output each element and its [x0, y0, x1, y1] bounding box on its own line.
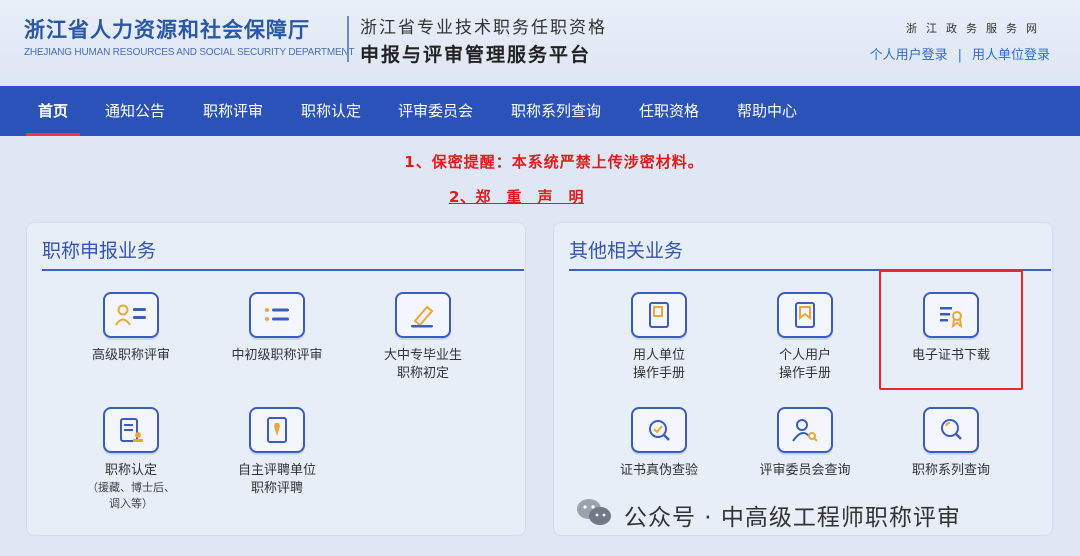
tile-committee-query[interactable]: 评审委员会查询: [735, 407, 875, 480]
person-search-icon: [777, 407, 833, 453]
panel-divider: [569, 269, 1051, 271]
certificate-icon: [923, 292, 979, 338]
tile-series-query[interactable]: 职称系列查询: [881, 407, 1021, 480]
pen-edit-icon: [395, 292, 451, 338]
tie-badge-icon: [249, 407, 305, 453]
unit-login-link[interactable]: 用人单位登录: [972, 48, 1050, 63]
gov-service-net-link[interactable]: 浙江政务服务网: [906, 20, 1046, 36]
person-card-icon: [103, 292, 159, 338]
tile-label: 证书真伪查验: [619, 463, 698, 478]
tile-unit-manual[interactable]: 用人单位 操作手册: [589, 292, 729, 383]
tile-label: 大中专毕业生 职称初定: [383, 348, 462, 381]
tile-label: 个人用户 操作手册: [778, 348, 831, 381]
solemn-statement-link[interactable]: 2、郑 重 声 明: [449, 186, 584, 207]
header-divider: [347, 16, 349, 62]
org-name-en: ZHEJIANG HUMAN RESOURCES AND SOCIAL SECU…: [24, 47, 355, 58]
org-name-cn: 浙江省人力资源和社会保障厅: [24, 18, 310, 42]
platform-title-line1: 浙江省专业技术职务任职资格: [360, 18, 607, 38]
tile-label: 电子证书下载: [911, 348, 990, 363]
confidentiality-notice: 1、保密提醒：本系统严禁上传涉密材料。: [404, 153, 704, 171]
document-stamp-icon: [103, 407, 159, 453]
nav-title-review[interactable]: 职称评审: [203, 86, 263, 136]
tile-label: 职称认定: [104, 463, 157, 478]
list-icon: [249, 292, 305, 338]
tile-title-recognition[interactable]: 职称认定 （援藏、博士后、 调入等）: [61, 407, 201, 512]
nav-help-center[interactable]: 帮助中心: [737, 86, 797, 136]
nav-review-committee[interactable]: 评审委员会: [398, 86, 473, 136]
tile-certificate-verification[interactable]: 证书真伪查验: [589, 407, 729, 480]
other-services-panel: 其他相关业务 用人单位 操作手册 个人用户 操作手册 电子证书下载 证书真伪查验 评…: [553, 222, 1053, 536]
tile-senior-title-review[interactable]: 高级职称评审: [61, 292, 201, 365]
main-nav: 首页 通知公告 职称评审 职称认定 评审委员会 职称系列查询 任职资格 帮助中心: [0, 86, 1080, 136]
panel-divider: [42, 269, 524, 271]
book-icon: [631, 292, 687, 338]
login-separator: |: [957, 48, 962, 63]
wechat-watermark: 公众号 · 中高级工程师职称评审: [574, 497, 961, 533]
tile-sublabel: （援藏、博士后、 调入等）: [87, 481, 175, 510]
nav-announcements[interactable]: 通知公告: [105, 86, 165, 136]
tile-self-evaluation-unit[interactable]: 自主评聘单位 职称评聘: [207, 407, 347, 498]
nav-qualification[interactable]: 任职资格: [639, 86, 699, 136]
login-links: 个人用户登录 | 用人单位登录: [870, 44, 1050, 63]
tile-label: 用人单位 操作手册: [632, 348, 685, 381]
panel-title: 职称申报业务: [42, 240, 157, 262]
tile-mid-junior-title-review[interactable]: 中初级职称评审: [207, 292, 347, 365]
tile-label: 职称系列查询: [911, 463, 990, 478]
nav-title-recognition[interactable]: 职称认定: [301, 86, 361, 136]
nav-home[interactable]: 首页: [25, 86, 81, 136]
tile-graduate-title-initial[interactable]: 大中专毕业生 职称初定: [353, 292, 493, 383]
tile-personal-manual[interactable]: 个人用户 操作手册: [735, 292, 875, 383]
bookmark-icon: [777, 292, 833, 338]
watermark-text: 公众号 · 中高级工程师职称评审: [624, 505, 961, 531]
tile-label: 评审委员会查询: [759, 463, 851, 478]
search-icon: [923, 407, 979, 453]
panel-title: 其他相关业务: [569, 240, 684, 262]
tile-label: 自主评聘单位 职称评聘: [237, 463, 316, 496]
tile-e-certificate-download[interactable]: 电子证书下载: [881, 292, 1021, 365]
personal-login-link[interactable]: 个人用户登录: [870, 48, 948, 63]
tile-label: 中初级职称评审: [231, 348, 323, 363]
title-application-panel: 职称申报业务 高级职称评审 中初级职称评审 大中专毕业生 职称初定 职称认定 （援…: [26, 222, 526, 536]
platform-title-line2: 申报与评审管理服务平台: [360, 44, 592, 66]
nav-title-series-query[interactable]: 职称系列查询: [511, 86, 601, 136]
site-header: 浙江省人力资源和社会保障厅 ZHEJIANG HUMAN RESOURCES A…: [0, 0, 1080, 86]
verify-search-icon: [631, 407, 687, 453]
wechat-icon: [574, 496, 614, 534]
tile-label: 高级职称评审: [91, 348, 170, 363]
